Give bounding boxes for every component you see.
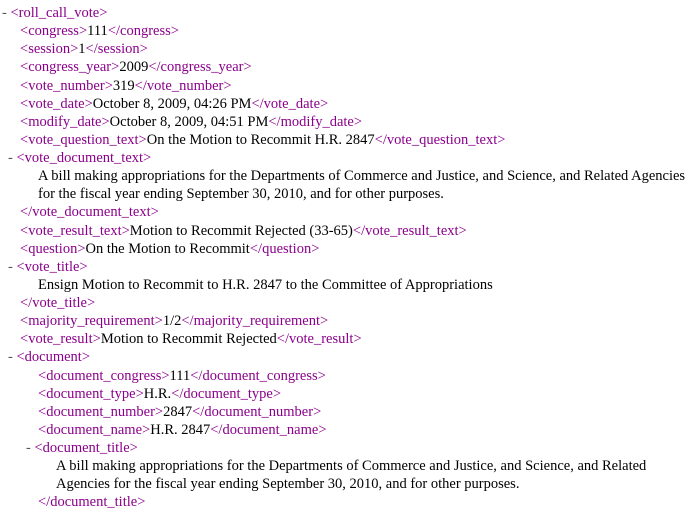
question-line: <question>On the Motion to Recommit</que… — [2, 240, 690, 258]
vote-document-text-close: </vote_document_text> — [2, 203, 690, 221]
root-open-line: - <roll_call_vote> — [2, 4, 690, 22]
document-name-line: <document_name>H.R. 2847</document_name> — [2, 421, 690, 439]
vote-result-text-line: <vote_result_text>Motion to Recommit Rej… — [2, 222, 690, 240]
vote-title-value: Ensign Motion to Recommit to H.R. 2847 t… — [2, 276, 690, 294]
document-title-close: </document_title> — [2, 493, 690, 511]
document-number-line: <document_number>2847</document_number> — [2, 403, 690, 421]
majority-requirement-line: <majority_requirement>1/2</majority_requ… — [2, 312, 690, 330]
modify-date-line: <modify_date>October 8, 2009, 04:51 PM</… — [2, 113, 690, 131]
vote-title-close: </vote_title> — [2, 294, 690, 312]
document-congress-line: <document_congress>111</document_congres… — [2, 367, 690, 385]
vote-title-open: - <vote_title> — [2, 258, 690, 276]
vote-document-text-open: - <vote_document_text> — [2, 149, 690, 167]
vote-number-line: <vote_number>319</vote_number> — [2, 77, 690, 95]
congress-year-line: <congress_year>2009</congress_year> — [2, 58, 690, 76]
root-tag: roll_call_vote — [19, 5, 100, 21]
vote-date-line: <vote_date>October 8, 2009, 04:26 PM</vo… — [2, 95, 690, 113]
vote-result-line: <vote_result>Motion to Recommit Rejected… — [2, 330, 690, 348]
vote-question-text-line: <vote_question_text>On the Motion to Rec… — [2, 131, 690, 149]
session-line: <session>1</session> — [2, 40, 690, 58]
document-type-line: <document_type>H.R.</document_type> — [2, 385, 690, 403]
document-title-value: A bill making appropriations for the Dep… — [2, 457, 690, 493]
vote-document-text-value: A bill making appropriations for the Dep… — [2, 167, 690, 203]
document-open: - <document> — [2, 348, 690, 366]
document-title-open: - <document_title> — [2, 439, 690, 457]
congress-line: <congress>111</congress> — [2, 22, 690, 40]
xml-tree: - <roll_call_vote> <congress>111</congre… — [2, 4, 690, 512]
